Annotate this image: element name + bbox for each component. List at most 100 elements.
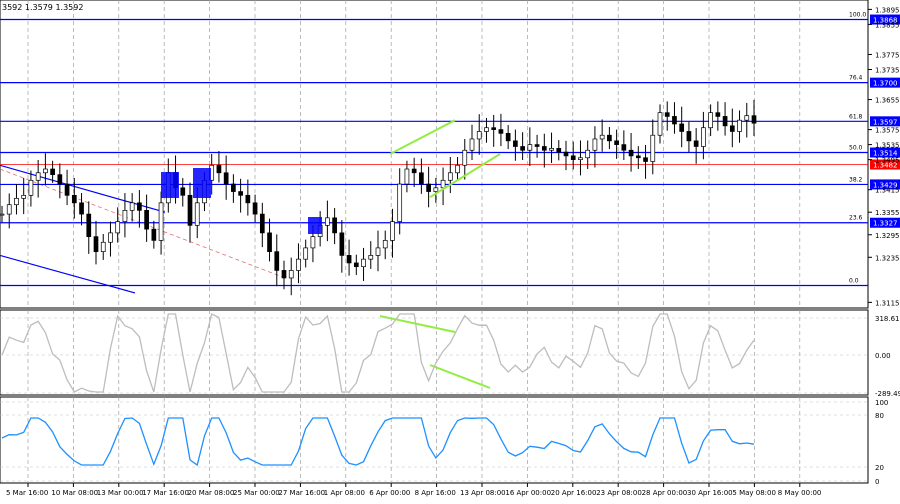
candle-body xyxy=(737,119,742,132)
candle-body xyxy=(715,112,721,117)
candle-body xyxy=(122,209,128,222)
cci-tick-label: -289.493 xyxy=(875,390,900,398)
x-tick-label: 25 Mar 00:00 xyxy=(233,489,280,497)
candle-body xyxy=(729,125,735,132)
candle-body xyxy=(419,172,424,185)
candle-body xyxy=(686,131,692,142)
candle-body xyxy=(296,258,301,271)
time-axis: 5 Mar 16:00 10 Mar 08:0013 Mar 00:0017 Ma… xyxy=(6,483,821,497)
candle-body xyxy=(469,138,475,151)
highlight-box xyxy=(161,172,179,198)
y-tick-label: 1.3495 xyxy=(875,157,900,165)
candle-body xyxy=(520,146,525,151)
rsi-panel[interactable] xyxy=(0,396,869,484)
cci-tick-label: 0.00 xyxy=(875,352,891,360)
candle-body xyxy=(484,127,489,132)
candle-body xyxy=(50,168,55,176)
x-tick-label: 16 Apr 00:00 xyxy=(505,489,551,497)
candle-body xyxy=(137,202,142,211)
fib-label: 50.0 xyxy=(849,144,863,151)
y-tick-label: 1.3235 xyxy=(875,254,900,262)
candle-body xyxy=(578,157,583,160)
chart-svg: 100.01.386876.41.370061.81.359750.01.351… xyxy=(0,0,900,497)
candle-body xyxy=(621,144,627,151)
x-tick-label: 5 Mar 16:00 xyxy=(6,489,48,497)
y-tick-label: 1.3575 xyxy=(875,127,900,135)
candle-body xyxy=(455,164,460,174)
candle-body xyxy=(108,232,113,243)
candle-body xyxy=(231,183,236,192)
candle-body xyxy=(151,228,157,241)
candle-body xyxy=(498,129,504,134)
candle-body xyxy=(635,155,641,159)
candle-body xyxy=(744,115,750,121)
x-tick-label: 8 May 00:00 xyxy=(778,489,822,497)
candle-body xyxy=(563,151,569,157)
x-tick-label: 6 Apr 00:00 xyxy=(369,489,410,497)
candle-body xyxy=(570,155,576,160)
x-tick-label: 8 Apr 16:00 xyxy=(415,489,456,497)
candle-body xyxy=(86,213,92,237)
candle-body xyxy=(288,270,294,279)
fib-label: 0.0 xyxy=(849,277,859,284)
candle-body xyxy=(310,236,316,249)
candle-body xyxy=(664,112,670,117)
candle-body xyxy=(93,236,99,253)
cci-tick-label: 318.6161 xyxy=(875,315,900,323)
candle-body xyxy=(614,140,619,145)
x-tick-label: 5 May 08:00 xyxy=(732,489,776,497)
candle-body xyxy=(382,240,388,249)
price-panel[interactable] xyxy=(0,0,869,309)
candle-body xyxy=(375,247,381,256)
candle-body xyxy=(325,217,330,226)
candle-body xyxy=(628,149,634,157)
candle-body xyxy=(426,183,431,192)
candle-body xyxy=(187,194,193,226)
candle-body xyxy=(35,172,41,181)
candle-body xyxy=(541,146,547,151)
fib-label: 100.0 xyxy=(849,12,866,19)
x-tick-label: 30 Apr 16:00 xyxy=(687,489,733,497)
candle-body xyxy=(303,247,309,260)
candle-body xyxy=(267,232,272,253)
candle-body xyxy=(21,194,27,199)
candle-body xyxy=(339,232,345,256)
fib-label: 61.8 xyxy=(849,113,863,120)
candle-body xyxy=(679,123,685,132)
candle-body xyxy=(281,270,287,279)
candle-body xyxy=(556,148,562,153)
candle-body xyxy=(390,221,395,241)
candle-body xyxy=(14,197,19,206)
candle-body xyxy=(440,179,446,189)
y-tick-label: 1.3115 xyxy=(875,299,900,307)
candle-body xyxy=(549,148,554,151)
candle-body xyxy=(71,194,77,204)
y-tick-label: 1.3415 xyxy=(875,187,900,195)
candle-body xyxy=(245,194,251,204)
x-tick-label: 13 Apr 08:00 xyxy=(460,489,506,497)
candle-body xyxy=(238,191,243,196)
candle-body xyxy=(433,187,439,192)
candle-body xyxy=(491,127,497,130)
x-tick-label: 1 Apr 08:00 xyxy=(324,489,365,497)
candle-body xyxy=(650,134,656,162)
fib-label: 38.2 xyxy=(849,176,863,183)
candle-body xyxy=(411,168,417,174)
candle-body xyxy=(79,202,84,215)
y-tick-label: 1.3655 xyxy=(875,97,900,105)
candle-body xyxy=(6,204,12,215)
fib-price-tag-label: 1.3597 xyxy=(873,118,898,126)
fib-price-tag-label: 1.3327 xyxy=(873,220,898,228)
fib-price-tag-label: 1.3700 xyxy=(873,80,898,88)
rsi-tick-label: 20 xyxy=(875,464,884,472)
cci-panel[interactable] xyxy=(0,309,869,396)
candle-body xyxy=(701,127,706,147)
candle-body xyxy=(751,115,757,124)
candle-body xyxy=(592,138,598,151)
candle-body xyxy=(722,116,728,127)
y-tick-label: 1.3735 xyxy=(875,66,900,74)
y-tick-label: 1.3355 xyxy=(875,209,900,217)
x-tick-label: 20 Mar 08:00 xyxy=(188,489,235,497)
x-tick-label: 13 Mar 00:00 xyxy=(97,489,144,497)
candle-body xyxy=(447,172,453,181)
